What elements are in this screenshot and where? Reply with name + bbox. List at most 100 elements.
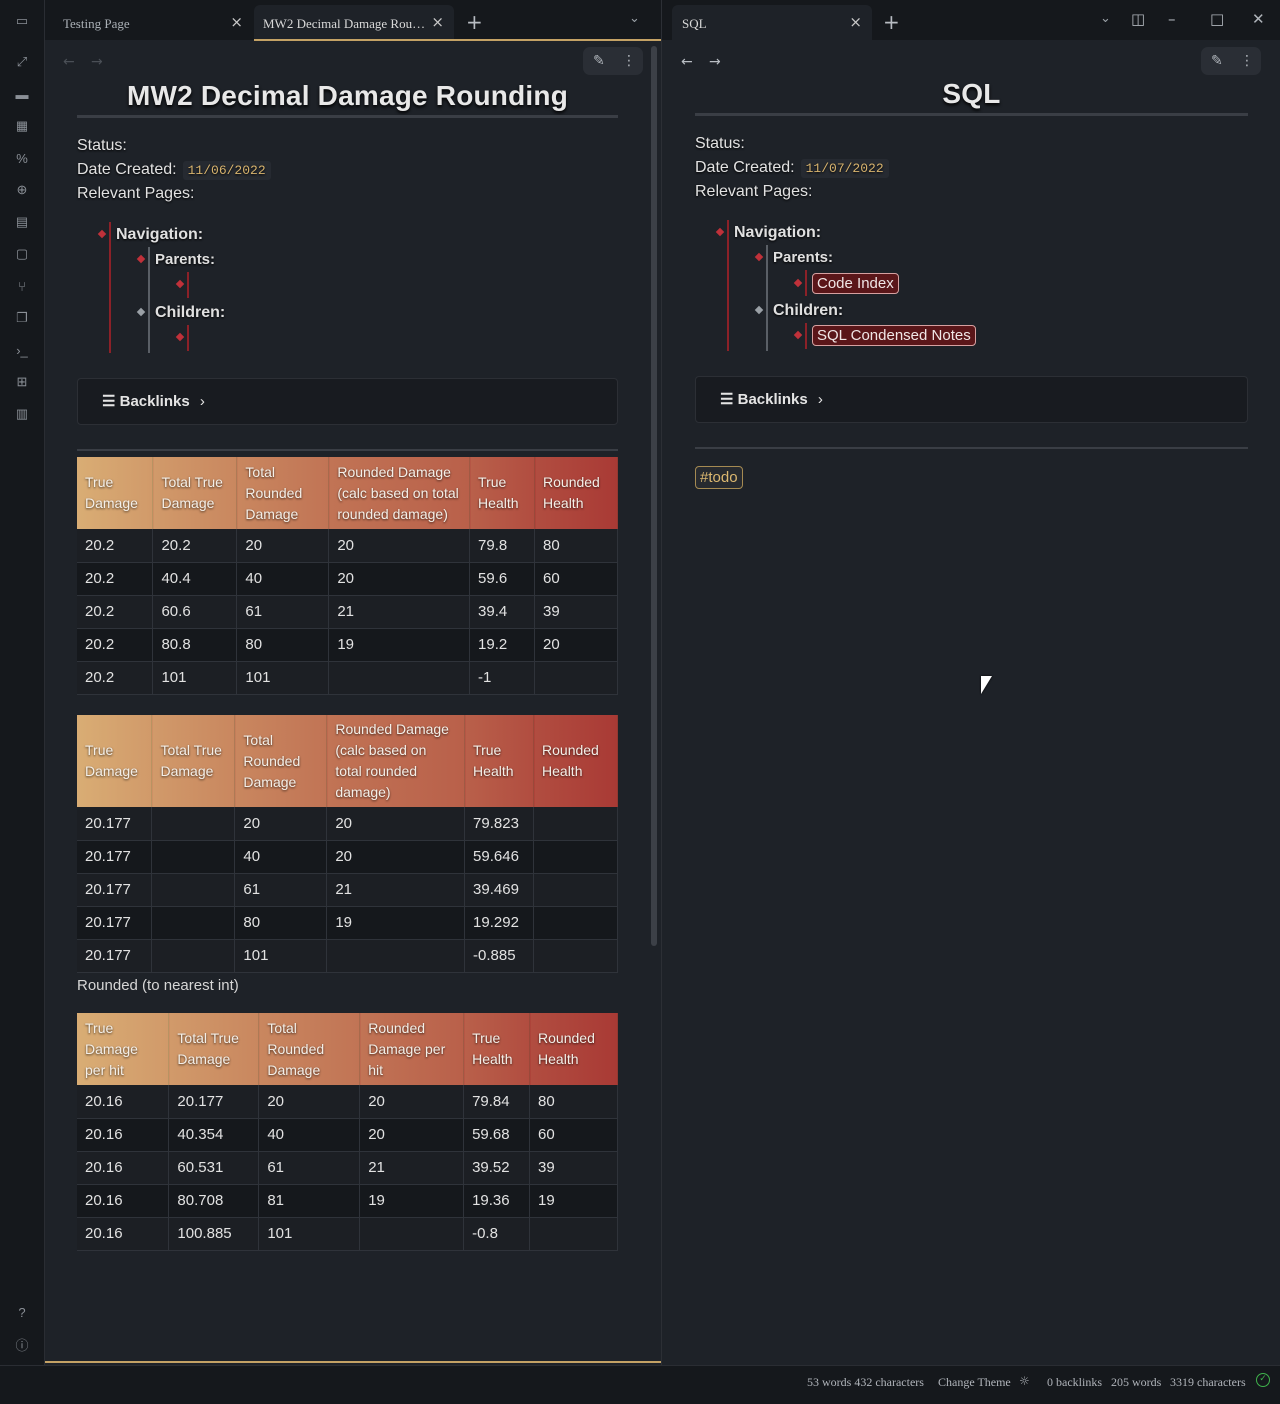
left-scrollbar[interactable] <box>651 46 657 946</box>
table-cell[interactable]: 19 <box>326 906 466 940</box>
table-cell[interactable]: 20.16 <box>77 1118 170 1152</box>
new-tab-icon[interactable]: + <box>466 10 483 34</box>
table-cell[interactable]: -0.885 <box>464 939 535 973</box>
table-cell[interactable]: 60.6 <box>152 595 238 629</box>
table-cell[interactable]: -1 <box>469 661 536 695</box>
table-cell[interactable]: 20 <box>328 529 471 563</box>
table-cell[interactable]: 20.2 <box>77 595 154 629</box>
table-cell[interactable]: 40 <box>258 1118 361 1152</box>
table-cell[interactable] <box>533 873 618 907</box>
backlinks-panel[interactable]: ☰ Backlinks › <box>695 376 1248 423</box>
close-icon[interactable]: × <box>431 13 444 31</box>
table-cell[interactable]: 39 <box>534 595 618 629</box>
backlinks-panel[interactable]: ☰ Backlinks › <box>77 378 618 425</box>
table-cell[interactable]: 19 <box>529 1184 618 1218</box>
forward-arrow-icon[interactable]: → <box>91 54 103 70</box>
tab-list-chevron-down-icon[interactable]: ⌄ <box>1100 11 1111 26</box>
table-cell[interactable]: 40.4 <box>152 562 238 596</box>
window-close-icon[interactable]: ✕ <box>1252 10 1265 28</box>
table-cell[interactable]: 101 <box>152 661 238 695</box>
table-cell[interactable] <box>151 840 236 874</box>
markdown-icon[interactable]: ▬ <box>12 84 32 104</box>
tab-testing-page[interactable]: Testing Page × <box>45 5 253 40</box>
table-cell[interactable]: 20 <box>328 562 471 596</box>
table-cell[interactable]: 80.708 <box>168 1184 260 1218</box>
table-cell[interactable]: 20.177 <box>77 906 153 940</box>
table-cell[interactable]: 20 <box>234 807 328 841</box>
graph-link-icon[interactable]: ⤢ <box>12 52 32 72</box>
table-cell[interactable] <box>151 807 236 841</box>
table-cell[interactable]: 61 <box>258 1151 361 1185</box>
table-cell[interactable]: 20 <box>359 1118 465 1152</box>
table-cell[interactable]: 81 <box>258 1184 361 1218</box>
link-sql-condensed-notes[interactable]: SQL Condensed Notes <box>812 325 976 346</box>
table-cell[interactable]: 20.16 <box>77 1085 170 1119</box>
terminal-icon[interactable]: ›_ <box>12 340 32 360</box>
table-cell[interactable] <box>326 939 466 973</box>
table-cell[interactable]: 20.16 <box>77 1151 170 1185</box>
table-cell[interactable]: 19.36 <box>463 1184 531 1218</box>
table-cell[interactable] <box>328 661 471 695</box>
table-cell[interactable]: 20.177 <box>77 873 153 907</box>
table-cell[interactable]: 20 <box>258 1085 361 1119</box>
table-cell[interactable]: 20.177 <box>77 807 153 841</box>
sliders-icon[interactable]: ⊞ <box>12 372 32 392</box>
layout-icon[interactable]: ▥ <box>12 404 32 424</box>
add-circle-icon[interactable]: ⊕ <box>12 180 32 200</box>
table-cell[interactable]: 20 <box>236 529 330 563</box>
file-export-icon[interactable]: ▢ <box>12 244 32 264</box>
table-cell[interactable] <box>534 661 618 695</box>
pane-divider[interactable] <box>661 0 662 1365</box>
table-cell[interactable]: 20 <box>326 840 466 874</box>
table-cell[interactable]: 40 <box>236 562 330 596</box>
table-cell[interactable]: 19.2 <box>469 628 536 662</box>
table-cell[interactable]: 20.2 <box>77 628 154 662</box>
table-cell[interactable]: 20 <box>359 1085 465 1119</box>
table-cell[interactable]: 20.177 <box>77 939 153 973</box>
table-cell[interactable]: 79.84 <box>463 1085 531 1119</box>
table-cell[interactable]: -0.8 <box>463 1217 531 1251</box>
forward-arrow-icon[interactable]: → <box>709 54 721 70</box>
edit-pencil-icon[interactable]: ✎ <box>593 53 605 69</box>
vault-icon[interactable]: ? <box>12 1302 32 1322</box>
table-cell[interactable]: 80 <box>534 529 618 563</box>
link-code-index[interactable]: Code Index <box>812 273 899 294</box>
table-cell[interactable]: 19.292 <box>464 906 535 940</box>
table-cell[interactable]: 100.885 <box>168 1217 260 1251</box>
maximize-icon[interactable]: □ <box>1210 10 1224 28</box>
table-cell[interactable]: 60.531 <box>168 1151 260 1185</box>
table-cell[interactable]: 79.8 <box>469 529 536 563</box>
table-cell[interactable]: 101 <box>258 1217 361 1251</box>
tab-list-chevron-down-icon[interactable]: ⌄ <box>629 11 640 26</box>
table-cell[interactable]: 21 <box>326 873 466 907</box>
table-cell[interactable]: 20.16 <box>77 1217 170 1251</box>
table-cell[interactable]: 60 <box>529 1118 618 1152</box>
tab-mw2-decimal[interactable]: MW2 Decimal Damage Rou… × <box>254 5 454 40</box>
split-view-icon[interactable]: ◫ <box>1131 10 1145 28</box>
table-cell[interactable]: 59.68 <box>463 1118 531 1152</box>
table-cell[interactable]: 39.52 <box>463 1151 531 1185</box>
back-arrow-icon[interactable]: ← <box>681 54 693 70</box>
table-cell[interactable]: 59.646 <box>464 840 535 874</box>
table-cell[interactable]: 39.469 <box>464 873 535 907</box>
table-cell[interactable]: 60 <box>534 562 618 596</box>
close-icon[interactable]: × <box>230 13 243 31</box>
edit-pencil-icon[interactable]: ✎ <box>1211 53 1223 69</box>
table-cell[interactable]: 21 <box>359 1151 465 1185</box>
status-backlinks[interactable]: 0 backlinks <box>1047 1375 1102 1390</box>
table-cell[interactable]: 19 <box>328 628 471 662</box>
sidebar-toggle-icon[interactable]: ▭ <box>12 11 32 31</box>
table-cell[interactable]: 20.177 <box>168 1085 260 1119</box>
table-cell[interactable] <box>151 873 236 907</box>
close-icon[interactable]: × <box>849 13 862 31</box>
sun-theme-icon[interactable]: ☼ <box>1019 1374 1030 1388</box>
table-cell[interactable]: 19 <box>359 1184 465 1218</box>
table-cell[interactable] <box>533 840 618 874</box>
table-cell[interactable]: 20.2 <box>77 562 154 596</box>
table-cell[interactable]: 61 <box>236 595 330 629</box>
more-options-icon[interactable]: ⋮ <box>1240 53 1254 69</box>
table-cell[interactable] <box>151 906 236 940</box>
table-cell[interactable]: 80 <box>236 628 330 662</box>
git-branch-icon[interactable]: ⑂ <box>12 276 32 296</box>
minimize-icon[interactable]: – <box>1168 10 1176 28</box>
